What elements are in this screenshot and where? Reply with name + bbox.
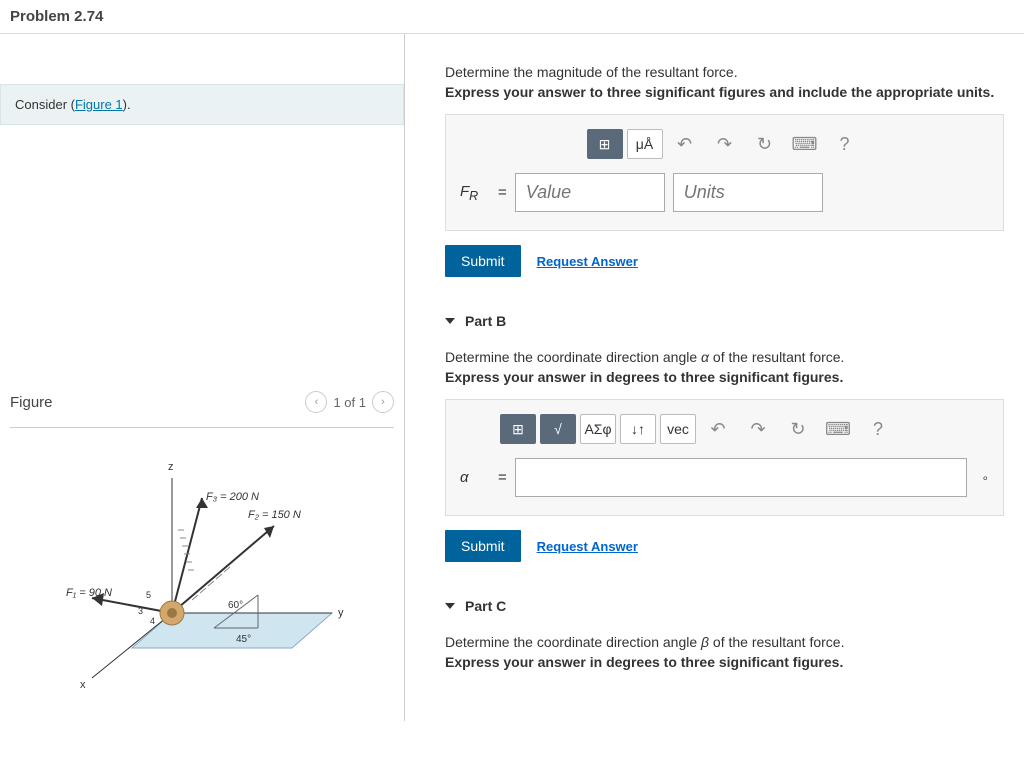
svg-text:4: 4 — [150, 616, 155, 626]
part-c-prompt: Determine the coordinate direction angle… — [445, 634, 1004, 650]
part-b-toolbar: ⊞ √ ΑΣφ ↓↑ vec ↶ ↷ ↻ ⌨ ? — [460, 414, 989, 444]
part-b-answer-box: ⊞ √ ΑΣφ ↓↑ vec ↶ ↷ ↻ ⌨ ? α = ∘ — [445, 399, 1004, 516]
svg-text:y: y — [338, 607, 344, 619]
part-a-section: Determine the magnitude of the resultant… — [445, 64, 1004, 277]
svg-text:x: x — [80, 679, 86, 691]
part-b-section: Determine the coordinate direction angle… — [445, 349, 1004, 562]
updown-button[interactable]: ↓↑ — [620, 414, 656, 444]
templates-button[interactable]: ⊞ — [500, 414, 536, 444]
part-c-instruction: Express your answer in degrees to three … — [445, 654, 1004, 670]
part-b-variable: α — [460, 469, 490, 486]
part-c-header[interactable]: Part C — [445, 586, 1004, 626]
figure-next-button[interactable]: › — [372, 391, 394, 413]
eq-sign: = — [498, 469, 507, 486]
consider-text: Consider ( — [15, 97, 75, 112]
svg-text:45°: 45° — [236, 634, 251, 645]
figure-diagram: z y x F₃ = 200 N F₂ = 150 N F₁ = 90 N — [10, 428, 394, 721]
keyboard-button[interactable]: ⌨ — [820, 414, 856, 444]
part-b-header[interactable]: Part B — [445, 301, 1004, 341]
keyboard-button[interactable]: ⌨ — [787, 129, 823, 159]
part-b-request-answer-link[interactable]: Request Answer — [537, 539, 638, 554]
svg-text:F₂ = 150 N: F₂ = 150 N — [248, 509, 301, 521]
help-button[interactable]: ? — [860, 414, 896, 444]
figure-link[interactable]: Figure 1 — [75, 97, 123, 112]
units-button[interactable]: μÅ — [627, 129, 663, 159]
svg-text:F₁ = 90 N: F₁ = 90 N — [66, 587, 112, 599]
part-c-title: Part C — [465, 598, 506, 614]
part-a-variable: FR — [460, 183, 490, 203]
part-a-value-input[interactable] — [515, 173, 665, 212]
svg-text:z: z — [168, 461, 174, 473]
part-b-title: Part B — [465, 313, 506, 329]
part-a-submit-button[interactable]: Submit — [445, 245, 521, 277]
part-a-instruction: Express your answer to three significant… — [445, 84, 1004, 100]
reset-button[interactable]: ↻ — [780, 414, 816, 444]
part-b-value-input[interactable] — [515, 458, 968, 497]
figure-prev-button[interactable]: ‹ — [305, 391, 327, 413]
vec-button[interactable]: vec — [660, 414, 696, 444]
eq-sign: = — [498, 184, 507, 201]
svg-text:3: 3 — [138, 606, 143, 616]
problem-title: Problem 2.74 — [0, 0, 1024, 34]
part-a-units-input[interactable] — [673, 173, 823, 212]
caret-down-icon — [445, 603, 455, 609]
part-b-instruction: Express your answer in degrees to three … — [445, 369, 1004, 385]
undo-button[interactable]: ↶ — [700, 414, 736, 444]
right-pane: Determine the magnitude of the resultant… — [405, 34, 1024, 721]
figure-pager: ‹ 1 of 1 › — [305, 391, 394, 413]
svg-text:60°: 60° — [228, 600, 243, 611]
greek-button[interactable]: ΑΣφ — [580, 414, 616, 444]
part-c-section: Determine the coordinate direction angle… — [445, 634, 1004, 670]
redo-button[interactable]: ↷ — [740, 414, 776, 444]
part-a-answer-box: ⊞ μÅ ↶ ↷ ↻ ⌨ ? FR = — [445, 114, 1004, 231]
redo-button[interactable]: ↷ — [707, 129, 743, 159]
caret-down-icon — [445, 318, 455, 324]
part-a-request-answer-link[interactable]: Request Answer — [537, 254, 638, 269]
part-b-prompt: Determine the coordinate direction angle… — [445, 349, 1004, 365]
templates-button[interactable]: ⊞ — [587, 129, 623, 159]
svg-text:F₃ = 200 N: F₃ = 200 N — [206, 491, 259, 503]
help-button[interactable]: ? — [827, 129, 863, 159]
consider-box: Consider (Figure 1). — [0, 84, 404, 125]
sqrt-button[interactable]: √ — [540, 414, 576, 444]
undo-button[interactable]: ↶ — [667, 129, 703, 159]
svg-text:5: 5 — [146, 590, 151, 600]
part-a-prompt: Determine the magnitude of the resultant… — [445, 64, 1004, 80]
part-a-toolbar: ⊞ μÅ ↶ ↷ ↻ ⌨ ? — [460, 129, 989, 159]
part-b-submit-button[interactable]: Submit — [445, 530, 521, 562]
part-b-unit-suffix: ∘ — [981, 471, 989, 485]
figure-page-count: 1 of 1 — [333, 395, 366, 410]
reset-button[interactable]: ↻ — [747, 129, 783, 159]
figure-title: Figure — [10, 394, 53, 411]
left-pane: Consider (Figure 1). Figure ‹ 1 of 1 › z — [0, 34, 405, 721]
consider-suffix: ). — [123, 97, 131, 112]
